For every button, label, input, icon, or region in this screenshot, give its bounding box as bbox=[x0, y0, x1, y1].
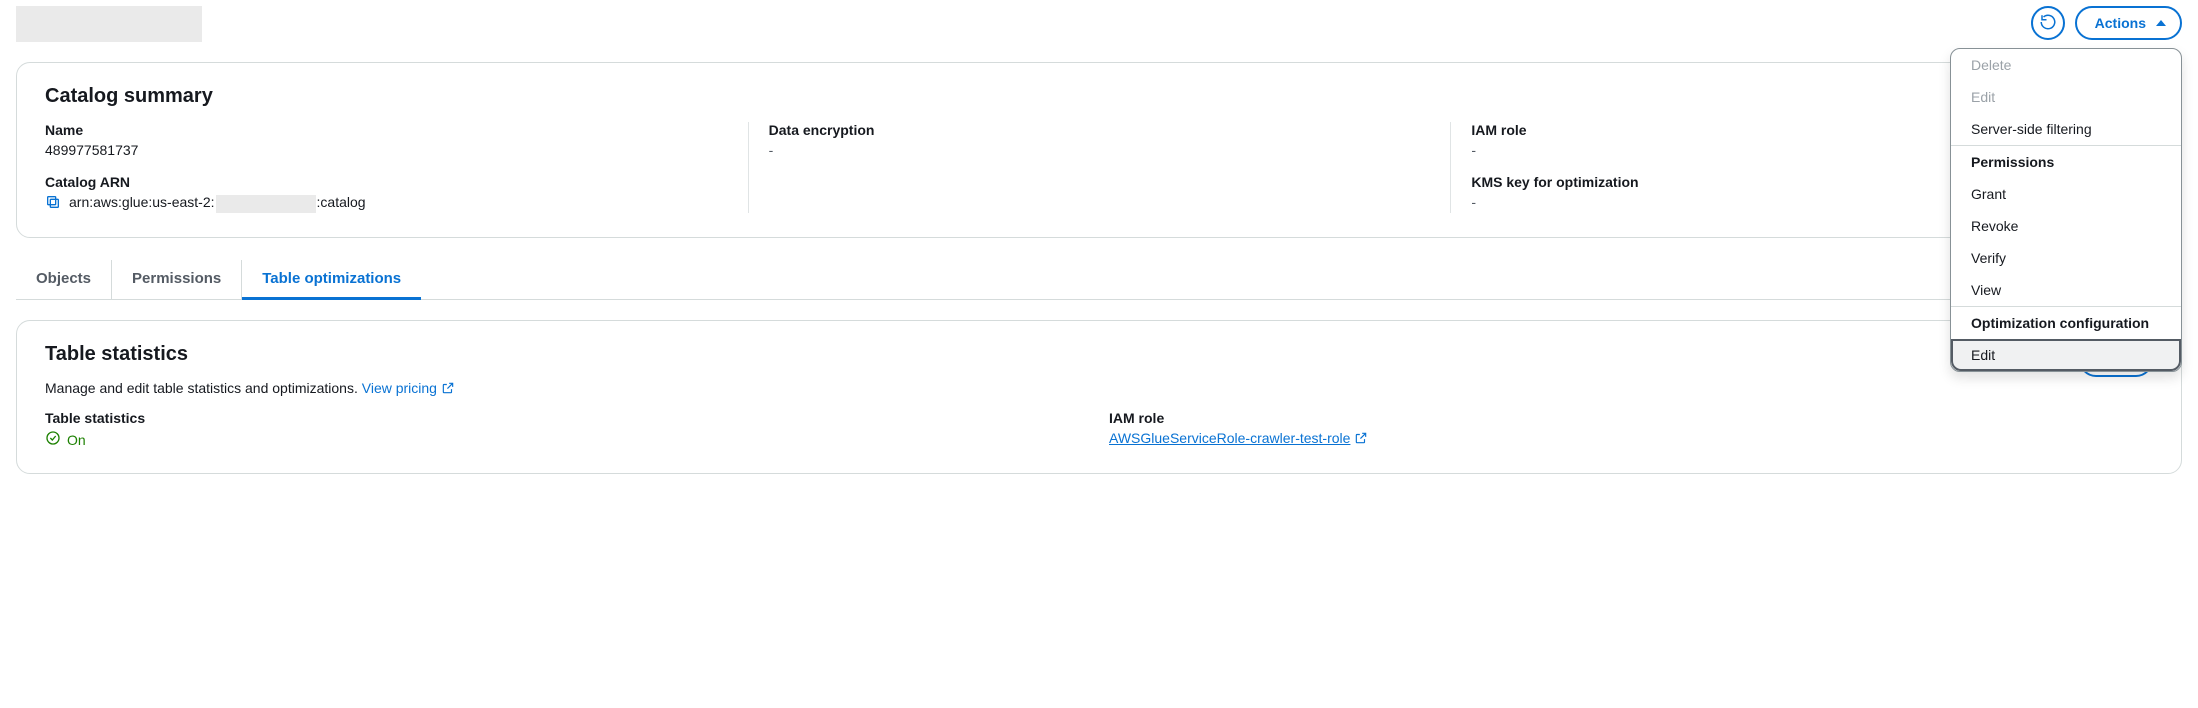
refresh-icon bbox=[2039, 13, 2057, 34]
actions-dropdown: Delete Edit Server-side filtering Permis… bbox=[1950, 48, 2182, 372]
catalog-arn-row: arn:aws:glue:us-east-2::catalog bbox=[45, 194, 728, 213]
table-stats-field-label: Table statistics bbox=[45, 410, 1089, 426]
external-link-icon bbox=[437, 380, 455, 396]
actions-button-label: Actions bbox=[2095, 15, 2146, 31]
redacted-account bbox=[216, 195, 316, 213]
menu-item-opt-edit[interactable]: Edit bbox=[1951, 339, 2181, 371]
page-header: Actions Delete Edit Server-side filterin… bbox=[16, 0, 2182, 42]
stats-iam-role-label: IAM role bbox=[1109, 410, 2153, 426]
catalog-arn-value: arn:aws:glue:us-east-2::catalog bbox=[69, 194, 366, 212]
header-action-group: Actions Delete Edit Server-side filterin… bbox=[2031, 6, 2182, 40]
menu-item-view[interactable]: View bbox=[1951, 274, 2181, 306]
table-statistics-title: Table statistics bbox=[45, 343, 455, 366]
data-encryption-label: Data encryption bbox=[769, 122, 1431, 138]
name-value: 489977581737 bbox=[45, 142, 728, 158]
check-circle-icon bbox=[45, 430, 61, 449]
menu-item-verify[interactable]: Verify bbox=[1951, 242, 2181, 274]
external-link-icon bbox=[1350, 430, 1368, 446]
menu-item-revoke[interactable]: Revoke bbox=[1951, 210, 2181, 242]
actions-button[interactable]: Actions bbox=[2075, 6, 2182, 40]
table-statistics-panel: Table statistics Manage and edit table s… bbox=[16, 320, 2182, 474]
menu-item-server-side-filtering[interactable]: Server-side filtering bbox=[1951, 113, 2181, 145]
redacted-title bbox=[16, 6, 202, 42]
name-label: Name bbox=[45, 122, 728, 138]
tab-objects[interactable]: Objects bbox=[16, 260, 112, 299]
menu-section-permissions: Permissions bbox=[1951, 146, 2181, 178]
catalog-summary-title: Catalog summary bbox=[45, 85, 2153, 108]
menu-item-grant[interactable]: Grant bbox=[1951, 178, 2181, 210]
table-statistics-subtext: Manage and edit table statistics and opt… bbox=[45, 380, 455, 396]
catalog-arn-label: Catalog ARN bbox=[45, 174, 728, 190]
tab-bar: Objects Permissions Table optimizations bbox=[16, 260, 2182, 300]
view-pricing-link[interactable]: View pricing bbox=[362, 380, 455, 396]
refresh-button[interactable] bbox=[2031, 6, 2065, 40]
data-encryption-value: - bbox=[769, 142, 1431, 158]
caret-up-icon bbox=[2156, 20, 2166, 26]
table-stats-status: On bbox=[45, 430, 1089, 449]
menu-section-optimization-config: Optimization configuration bbox=[1951, 307, 2181, 339]
tab-permissions[interactable]: Permissions bbox=[112, 260, 242, 299]
menu-item-edit: Edit bbox=[1951, 81, 2181, 113]
catalog-summary-panel: Catalog summary Name 489977581737 Catalo… bbox=[16, 62, 2182, 238]
copy-icon[interactable] bbox=[45, 194, 61, 213]
menu-item-delete: Delete bbox=[1951, 49, 2181, 81]
stats-iam-role-link[interactable]: AWSGlueServiceRole-crawler-test-role bbox=[1109, 430, 1368, 446]
tab-table-optimizations[interactable]: Table optimizations bbox=[242, 260, 421, 300]
table-stats-status-text: On bbox=[67, 432, 86, 448]
